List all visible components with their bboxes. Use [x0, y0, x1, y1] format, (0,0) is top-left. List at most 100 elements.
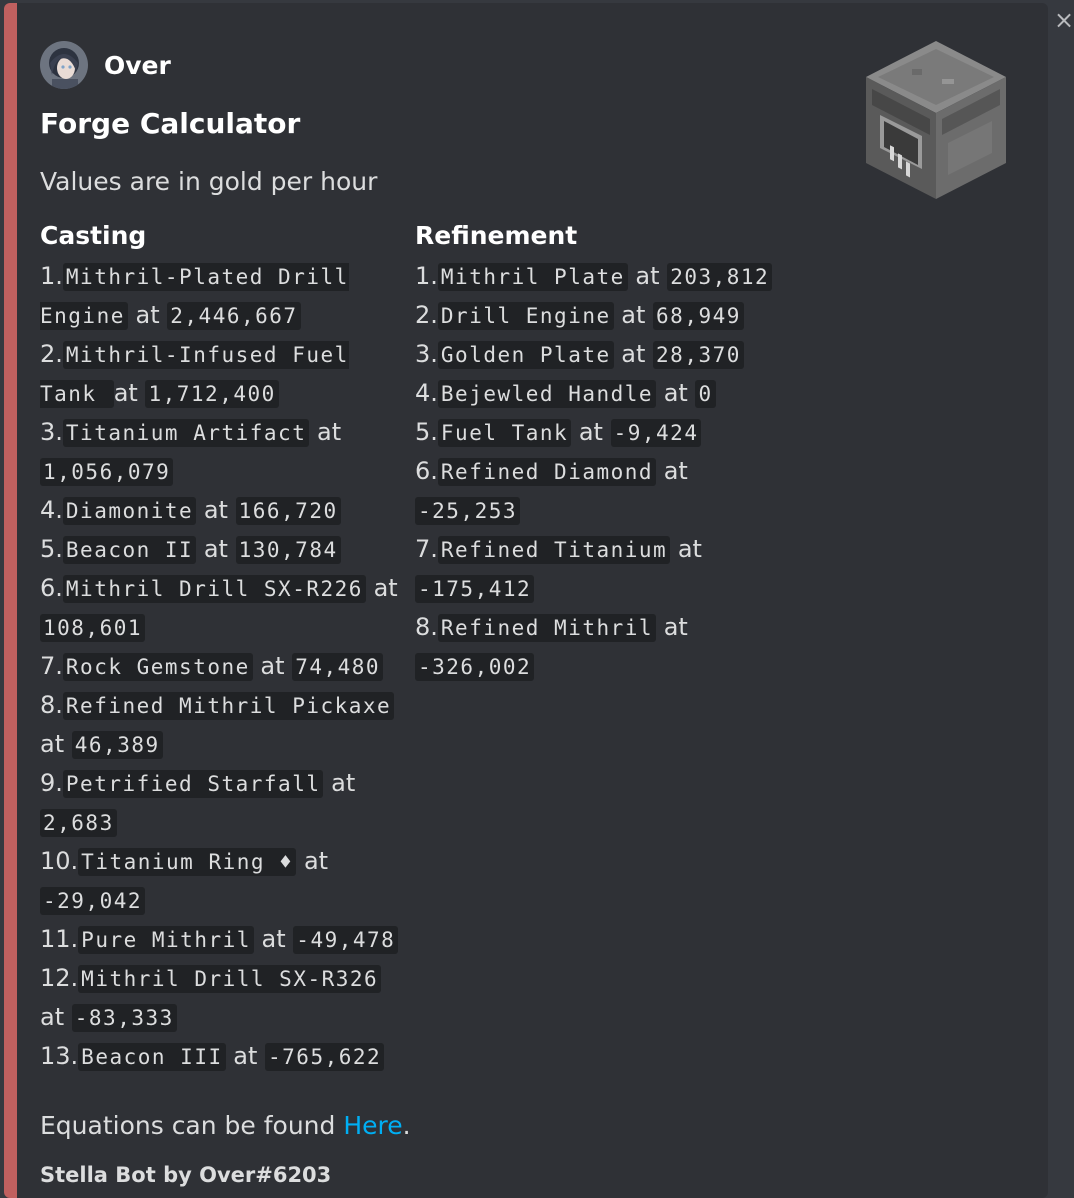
item-name: Golden Plate [437, 341, 614, 369]
item-at: at [203, 535, 228, 563]
item-name: Rock Gemstone [62, 653, 253, 681]
list-item: 8. Refined Mithril Pickaxe at 46,389 [40, 686, 400, 764]
author-name[interactable]: Over [104, 51, 171, 80]
item-value: 46,389 [71, 731, 163, 759]
list-item: 2. Drill Engine at 68,949 [415, 296, 795, 335]
refinement-list: 1. Mithril Plate at 203,812 2. Drill Engine… [415, 257, 795, 686]
item-at: at [303, 847, 329, 875]
item-name: Drill Engine [437, 302, 614, 330]
item-at: at [113, 379, 138, 407]
item-value: 74,480 [292, 653, 384, 681]
item-name: Mithril Drill SX-R326 [78, 965, 382, 993]
item-number: 4. [415, 379, 438, 407]
item-at: at [621, 301, 646, 329]
list-item: 7. Rock Gemstone at 74,480 [40, 647, 400, 686]
list-item: 13. Beacon III at -765,622 [40, 1037, 400, 1076]
list-item: 7. Refined Titanium at -175,412 [415, 530, 795, 608]
item-name: Bejewled Handle [437, 380, 657, 408]
item-value: 166,720 [235, 497, 341, 525]
item-at: at [260, 652, 285, 680]
item-number: 13. [40, 1042, 79, 1070]
item-number: 7. [415, 535, 438, 563]
item-name: Beacon III [78, 1043, 226, 1071]
item-number: 7. [40, 652, 63, 680]
item-name: Pure Mithril [78, 926, 254, 954]
item-at: at [373, 574, 398, 602]
item-at: at [233, 1042, 258, 1070]
list-item: 11. Pure Mithril at -49,478 [40, 920, 400, 959]
field-casting: Casting 1. Mithril-Plated Drill Engine at… [40, 219, 400, 1076]
field-refinement: Refinement 1. Mithril Plate at 203,812 2. D… [415, 219, 795, 686]
item-value: -29,042 [40, 887, 146, 915]
item-at: at [663, 379, 688, 407]
item-at: at [331, 769, 356, 797]
item-number: 8. [40, 691, 63, 719]
item-number: 6. [415, 457, 438, 485]
item-number: 10. [40, 847, 79, 875]
item-at: at [621, 340, 646, 368]
close-icon[interactable]: × [1054, 6, 1074, 34]
avatar[interactable] [40, 41, 88, 89]
list-item: 12. Mithril Drill SX-R326 at -83,333 [40, 959, 400, 1037]
item-name: Mithril Drill SX-R226 [62, 575, 366, 603]
item-number: 8. [415, 613, 438, 641]
equations-link[interactable]: Here [343, 1111, 402, 1140]
item-number: 6. [40, 574, 63, 602]
item-name: Diamonite [62, 497, 197, 525]
item-at: at [663, 457, 688, 485]
equations-suffix: . [402, 1111, 411, 1140]
item-number: 2. [415, 301, 438, 329]
list-item: 9. Petrified Starfall at 2,683 [40, 764, 400, 842]
item-at: at [635, 262, 660, 290]
item-name: Refined Diamond [437, 458, 657, 486]
item-number: 3. [415, 340, 438, 368]
equations-line: Equations can be found Here. [40, 1111, 411, 1140]
embed-author: Over [40, 41, 171, 89]
list-item: 3. Titanium Artifact at 1,056,079 [40, 413, 400, 491]
item-number: 1. [415, 262, 438, 290]
casting-list: 1. Mithril-Plated Drill Engine at 2,446,6… [40, 257, 400, 1076]
item-name: Mithril Plate [437, 263, 628, 291]
item-number: 9. [40, 769, 63, 797]
item-at: at [40, 1003, 65, 1031]
list-item: 4. Bejewled Handle at 0 [415, 374, 795, 413]
item-name: Titanium Artifact [62, 419, 310, 447]
item-number: 4. [40, 496, 63, 524]
item-name: Petrified Starfall [62, 770, 324, 798]
field-name-casting: Casting [40, 221, 147, 250]
item-name: Refined Titanium [437, 536, 671, 564]
item-value: 0 [695, 380, 716, 408]
item-number: 11. [40, 925, 79, 953]
item-at: at [316, 418, 342, 446]
item-at: at [135, 301, 160, 329]
item-name: Refined Mithril [437, 614, 657, 642]
item-value: -175,412 [415, 575, 535, 603]
list-item: 5. Fuel Tank at -9,424 [415, 413, 795, 452]
item-number: 1. [40, 262, 63, 290]
field-name-refinement: Refinement [415, 221, 578, 250]
list-item: 1. Mithril-Plated Drill Engine at 2,446,6… [40, 257, 400, 335]
list-item: 2. Mithril-Infused Fuel Tank at 1,712,400 [40, 335, 400, 413]
item-at: at [677, 535, 702, 563]
item-value: 203,812 [667, 263, 773, 291]
embed-footer: Stella Bot by Over#6203 [40, 1163, 332, 1187]
item-value: 1,712,400 [145, 380, 279, 408]
item-value: -25,253 [415, 497, 521, 525]
item-number: 3. [40, 418, 63, 446]
embed: Over Forge Calculator Values are in gold… [4, 3, 1048, 1198]
list-item: 6. Refined Diamond at -25,253 [415, 452, 795, 530]
item-value: 2,446,667 [167, 302, 301, 330]
list-item: 5. Beacon II at 130,784 [40, 530, 400, 569]
item-at: at [40, 730, 65, 758]
embed-description: Values are in gold per hour [40, 167, 378, 196]
item-name: Fuel Tank [437, 419, 572, 447]
list-item: 4. Diamonite at 166,720 [40, 491, 400, 530]
list-item: 3. Golden Plate at 28,370 [415, 335, 795, 374]
item-value: 28,370 [653, 341, 744, 369]
item-value: 68,949 [653, 302, 744, 330]
embed-title: Forge Calculator [40, 107, 301, 140]
item-value: 108,601 [40, 614, 146, 642]
embed-accent-bar [4, 3, 17, 1198]
list-item: 6. Mithril Drill SX-R226 at 108,601 [40, 569, 400, 647]
item-at: at [663, 613, 688, 641]
